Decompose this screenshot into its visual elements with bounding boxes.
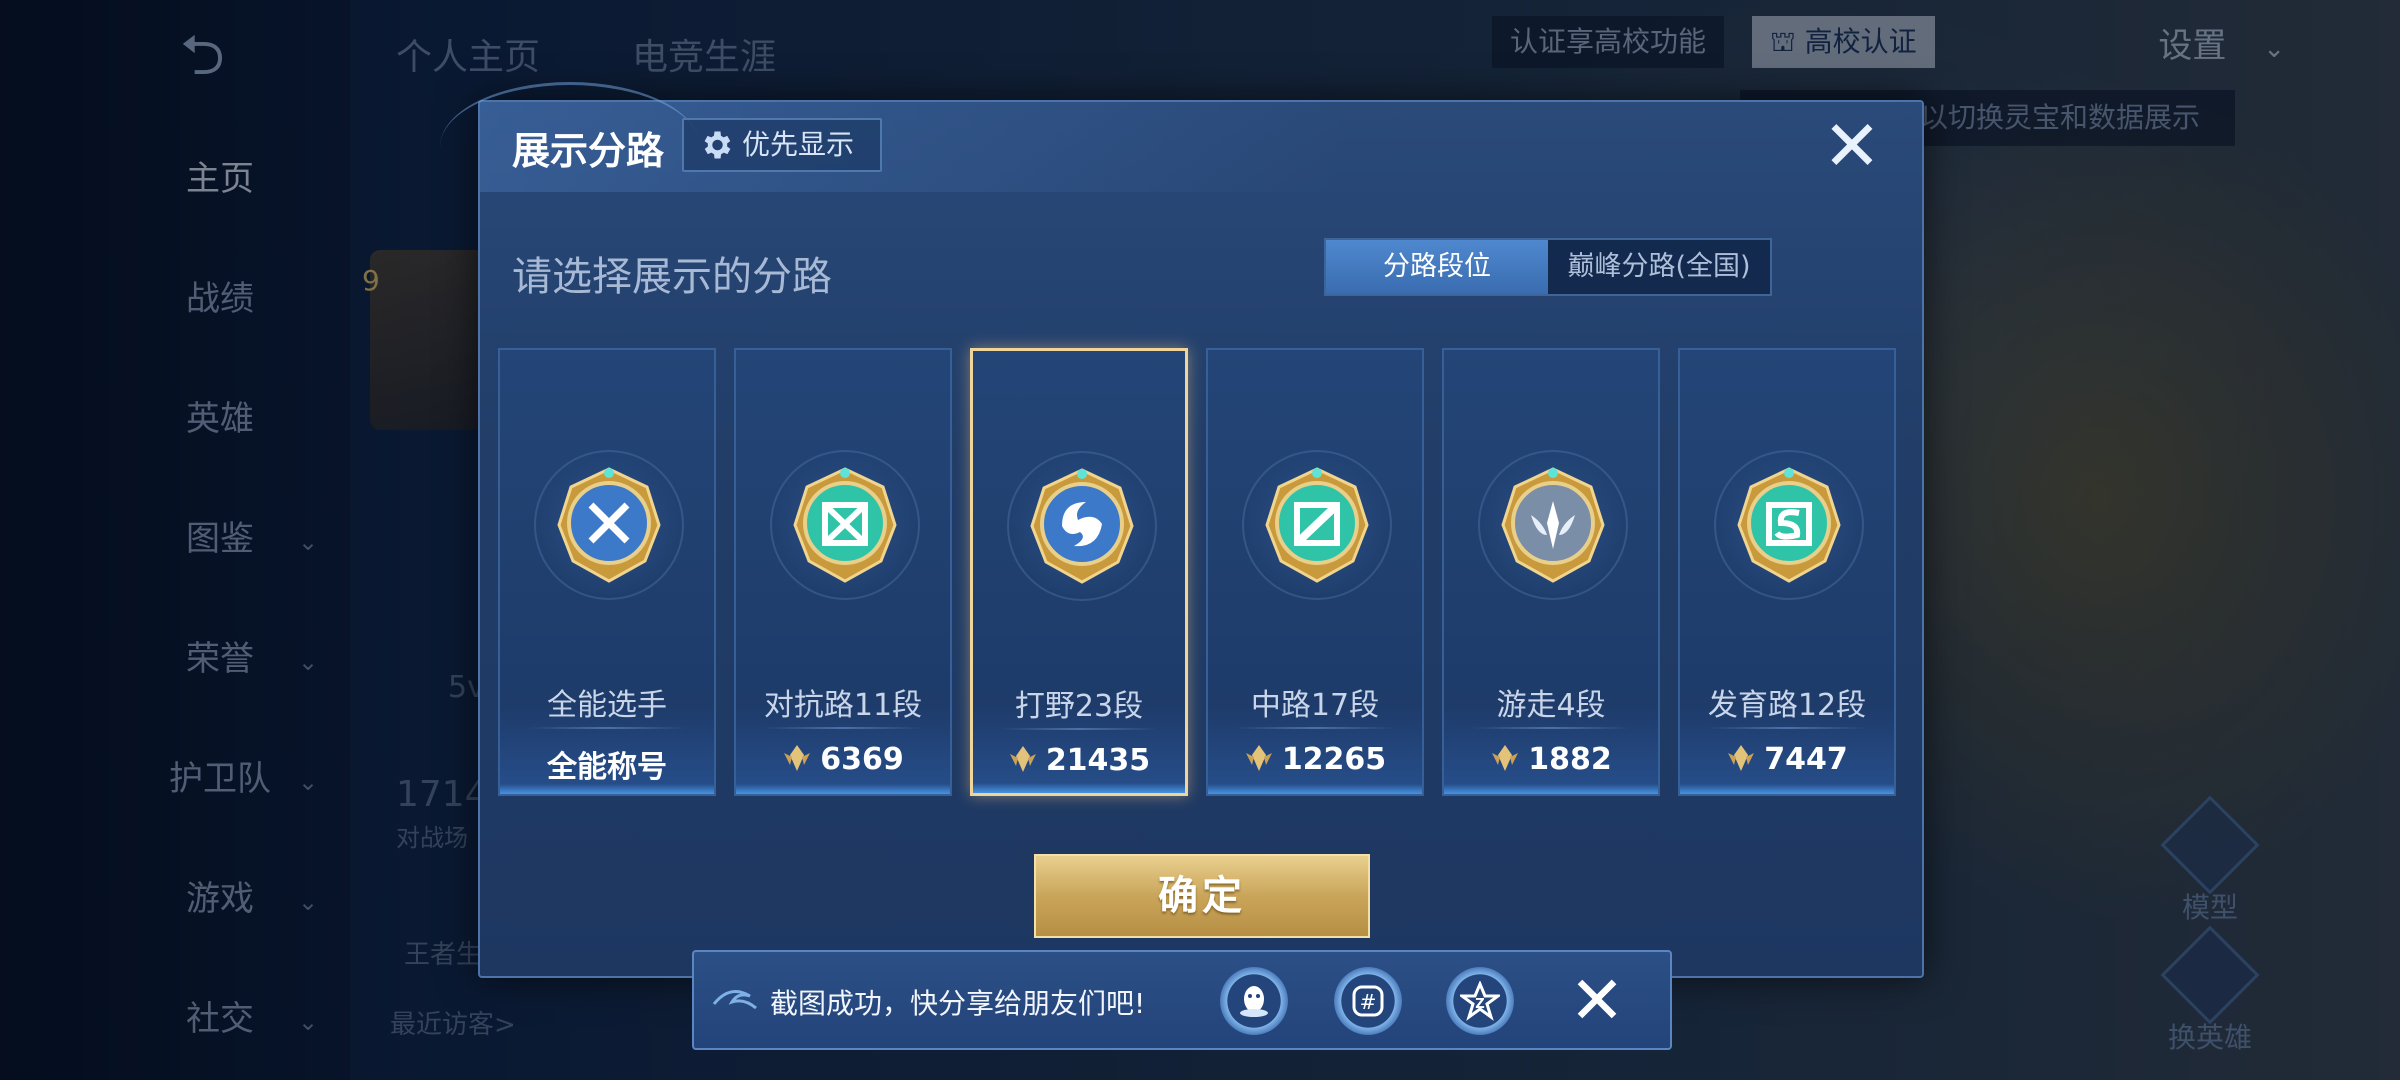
priority-display-button[interactable]: 优先显示 [682, 118, 882, 172]
gear-icon [704, 131, 731, 159]
close-icon[interactable]: ✕ [1564, 968, 1630, 1034]
qq-icon[interactable] [1220, 967, 1288, 1035]
card-glow [736, 784, 950, 794]
svg-text:Z: Z [1475, 997, 1484, 1012]
lane-stat-value: 1882 [1528, 742, 1612, 777]
dialog-subtitle: 请选择展示的分路 [512, 254, 832, 300]
all-round-icon [549, 465, 669, 585]
screenshot-share-toast: 截图成功，快分享给朋友们吧! # Z ✕ [692, 950, 1672, 1050]
divider [1708, 727, 1866, 729]
lane-stat: 21435 [973, 743, 1185, 778]
lane-display-dialog: 展示分路 优先显示 ✕ 请选择展示的分路 分路段位 巅峰分路(全国) 全能选手全… [440, 82, 1924, 978]
lane-card[interactable]: 全能选手 全能称号 [498, 348, 716, 796]
lane-stat: 1882 [1444, 742, 1658, 777]
farm-lane-icon [1729, 465, 1849, 585]
lane-card[interactable]: 游走4段 1882 [1442, 348, 1660, 796]
lane-name: 全能选手 [547, 688, 667, 723]
toggle-peak-lane[interactable]: 巅峰分路(全国) [1548, 240, 1770, 294]
lane-card[interactable]: 打野23段 21435 [970, 348, 1188, 796]
lane-stat: 6369 [736, 742, 950, 777]
lane-name: 打野23段 [1014, 689, 1144, 724]
rank-point-icon [1726, 743, 1756, 773]
lane-card-list: 全能选手 全能称号 对抗路11段 6369 打野23段 21435 中路17段 12265 游走… [498, 348, 1908, 796]
priority-display-label: 优先显示 [742, 128, 855, 161]
svg-text:#: # [1360, 990, 1377, 1014]
lane-name: 对抗路11段 [763, 688, 923, 723]
rank-point-icon [1008, 744, 1038, 774]
divider [1472, 727, 1630, 729]
lane-name: 中路17段 [1250, 688, 1380, 723]
dialog-title: 展示分路 [512, 129, 665, 173]
lane-card[interactable]: 中路17段 12265 [1206, 348, 1424, 796]
rank-point-icon [1244, 743, 1274, 773]
divider [1001, 728, 1157, 730]
card-glow [1208, 784, 1422, 794]
lane-stat-value: 21435 [1045, 743, 1151, 778]
toast-message: 截图成功，快分享给朋友们吧! [770, 987, 1146, 1020]
card-glow [500, 784, 714, 794]
rank-point-icon [782, 743, 812, 773]
lane-card[interactable]: 对抗路11段 6369 [734, 348, 952, 796]
lane-stat-value: 全能称号 [547, 750, 667, 785]
jungle-icon [1022, 466, 1142, 586]
close-icon[interactable]: ✕ [1820, 111, 1884, 181]
rank-mode-toggle: 分路段位 巅峰分路(全国) [1324, 238, 1772, 296]
rank-point-icon [1490, 743, 1520, 773]
mid-lane-icon [1257, 465, 1377, 585]
lane-stat: 全能称号 [500, 742, 714, 786]
divider [528, 727, 686, 729]
toggle-lane-rank[interactable]: 分路段位 [1326, 240, 1548, 294]
lane-stat: 7447 [1680, 742, 1894, 777]
divider [1236, 727, 1394, 729]
card-glow [973, 783, 1185, 793]
clash-lane-icon [785, 465, 905, 585]
lane-name: 发育路12段 [1707, 688, 1867, 723]
wechat-moments-icon[interactable]: # [1334, 967, 1402, 1035]
lane-card[interactable]: 发育路12段 7447 [1678, 348, 1896, 796]
card-glow [1444, 784, 1658, 794]
lane-stat: 12265 [1208, 742, 1422, 777]
divider [764, 727, 922, 729]
roam-icon [1493, 465, 1613, 585]
qzone-icon[interactable]: Z [1446, 967, 1514, 1035]
card-glow [1680, 784, 1894, 794]
lane-stat-value: 6369 [820, 742, 904, 777]
lane-stat-value: 12265 [1281, 742, 1387, 777]
lane-stat-value: 7447 [1764, 742, 1848, 777]
wave-icon [712, 990, 757, 1010]
lane-name: 游走4段 [1496, 688, 1606, 723]
confirm-button[interactable]: 确定 [1034, 854, 1370, 938]
